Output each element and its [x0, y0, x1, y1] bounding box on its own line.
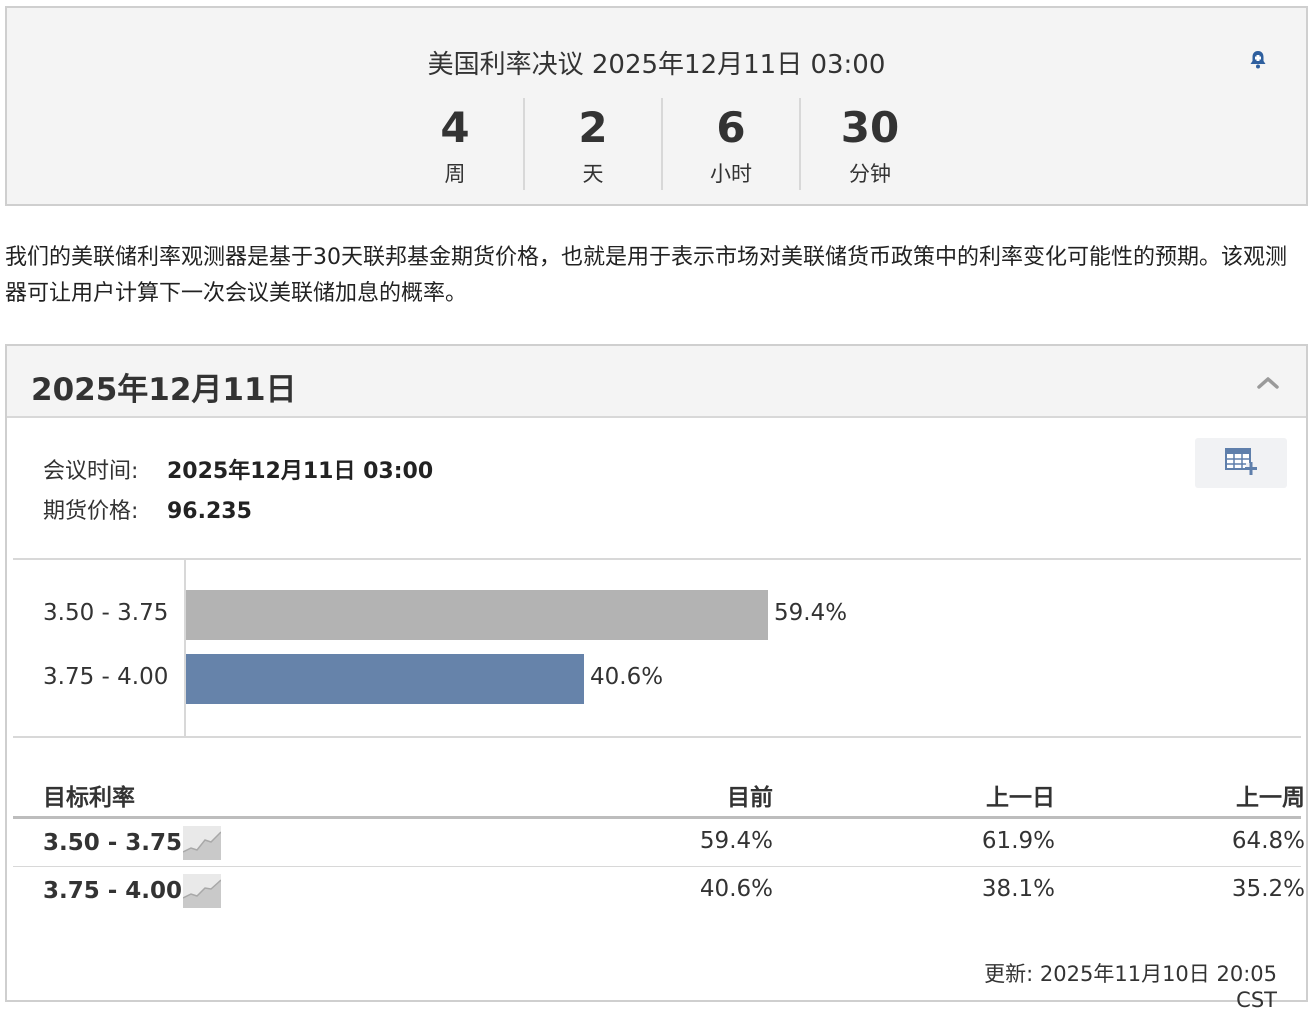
col-header-prev-day: 上一日	[986, 785, 1055, 811]
meeting-time-row: 会议时间: 2025年12月11日 03:00	[43, 452, 433, 492]
bar-value-label: 40.6%	[590, 664, 664, 690]
countdown-days: 2 天	[525, 98, 663, 190]
meeting-time-label: 会议时间:	[43, 459, 139, 484]
futures-price-value: 96.235	[167, 499, 252, 524]
countdown-hours: 6 小时	[663, 98, 801, 190]
chevron-up-icon[interactable]	[1255, 370, 1281, 396]
bell-icon[interactable]	[1245, 46, 1271, 72]
countdown-days-label: 天	[582, 162, 604, 186]
col-header-target-rate: 目标利率	[43, 785, 135, 811]
countdown-hours-label: 小时	[710, 162, 752, 186]
row-rate: 3.75 - 4.00	[43, 878, 183, 904]
col-header-prev-week: 上一周	[1236, 785, 1305, 811]
row-rate: 3.50 - 3.75	[43, 830, 183, 856]
description-text: 我们的美联储利率观测器是基于30天联邦基金期货价格，也就是用于表示市场对美联储货…	[5, 245, 1287, 306]
sparkline-icon[interactable]	[182, 826, 222, 860]
row-current: 59.4%	[699, 828, 773, 854]
countdown-hours-value: 6	[716, 103, 746, 152]
table-row: 3.75 - 4.00 40.6% 38.1% 35.2%	[13, 866, 1305, 914]
bar-category-label: 3.50 - 3.75	[43, 600, 169, 626]
row-prev-week: 35.2%	[1231, 876, 1305, 902]
countdown-units: 4 周 2 天 6 小时 30 分钟	[387, 98, 939, 194]
divider	[13, 736, 1301, 738]
countdown-title: 美国利率决议 2025年12月11日 03:00	[427, 50, 886, 80]
countdown-weeks-label: 周	[444, 162, 466, 186]
updated-timestamp: 更新: 2025年11月10日 20:05 CST	[984, 962, 1277, 1010]
futures-price-row: 期货价格: 96.235	[43, 492, 433, 532]
meeting-time-value: 2025年12月11日 03:00	[167, 459, 434, 484]
row-prev-day: 38.1%	[981, 876, 1055, 902]
bar-value-label: 59.4%	[774, 600, 848, 626]
row-prev-day: 61.9%	[981, 828, 1055, 854]
countdown-minutes-value: 30	[840, 103, 900, 152]
countdown-weeks-value: 4	[440, 103, 470, 152]
countdown-days-value: 2	[578, 103, 608, 152]
table-header: 目标利率 目前 上一日 上一周	[13, 774, 1305, 818]
futures-price-label: 期货价格:	[43, 499, 139, 524]
meeting-meta: 会议时间: 2025年12月11日 03:00 期货价格: 96.235	[43, 452, 433, 532]
countdown-box: 美国利率决议 2025年12月11日 03:00 4 周 2 天 6 小时 30…	[5, 6, 1308, 206]
chart-axis	[184, 560, 186, 736]
export-table-button[interactable]	[1195, 438, 1287, 488]
panel-header[interactable]: 2025年12月11日	[7, 346, 1306, 418]
meeting-panel: 2025年12月11日 会议时间: 2025年12月11日 03:00 期货价格…	[5, 344, 1308, 1010]
countdown-minutes: 30 分钟	[801, 98, 939, 190]
sparkline-icon[interactable]	[182, 874, 222, 908]
row-current: 40.6%	[699, 876, 773, 902]
probability-chart: 3.50 - 3.75 59.4% 3.75 - 4.00 40.6%	[13, 560, 1301, 736]
panel-title: 2025年12月11日	[31, 372, 297, 408]
row-prev-week: 64.8%	[1231, 828, 1305, 854]
col-header-current: 目前	[727, 785, 773, 811]
table-row: 3.50 - 3.75 59.4% 61.9% 64.8%	[13, 818, 1305, 866]
table-add-icon	[1224, 446, 1258, 480]
bar-3.50-3.75[interactable]	[186, 590, 768, 640]
bar-3.75-4.00[interactable]	[186, 654, 584, 704]
countdown-weeks: 4 周	[387, 98, 525, 190]
bar-category-label: 3.75 - 4.00	[43, 664, 169, 690]
countdown-minutes-label: 分钟	[849, 162, 891, 186]
